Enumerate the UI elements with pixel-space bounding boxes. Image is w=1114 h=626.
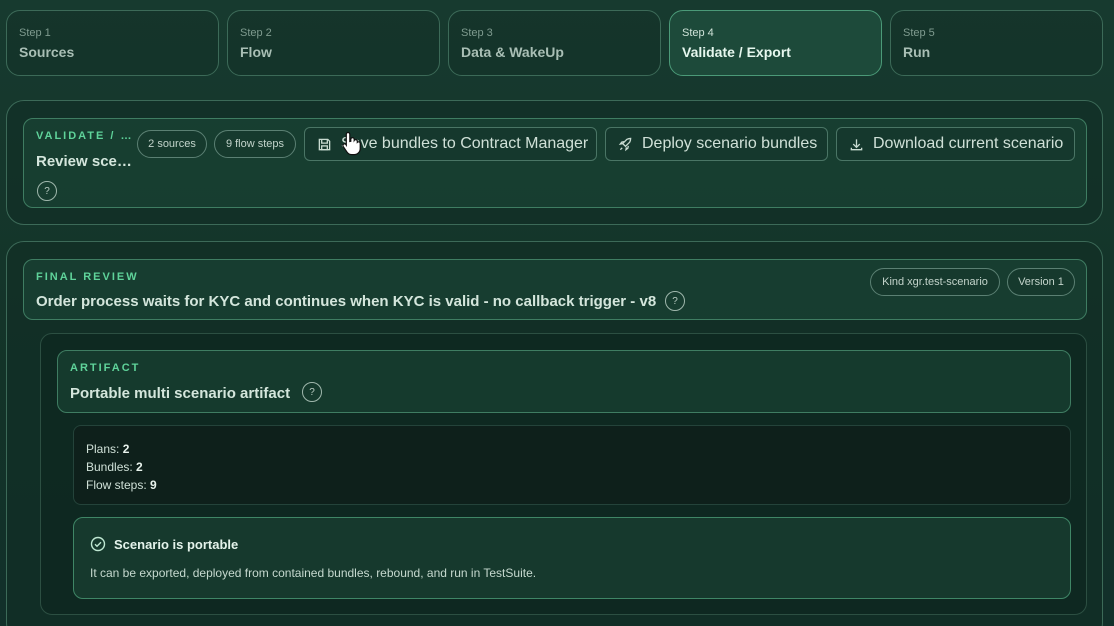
step-number: Step 4 <box>682 27 714 39</box>
step-number: Step 3 <box>461 27 493 39</box>
save-icon <box>318 138 331 150</box>
final-review-eyebrow: FINAL REVIEW <box>36 271 139 283</box>
download-scenario-button[interactable]: Download current scenario <box>836 127 1075 161</box>
artifact-header: ARTIFACT Portable multi scenario artifac… <box>57 350 1071 413</box>
validate-card: VALIDATE / … Review sce… ? 2 sources 9 f… <box>23 118 1087 208</box>
check-circle-icon <box>90 536 106 552</box>
wizard-stepper: Step 1 Sources Step 2 Flow Step 3 Data &… <box>6 10 1103 76</box>
flow-steps-value: 9 <box>150 478 157 492</box>
plans-label: Plans: <box>86 442 120 456</box>
artifact-title: Portable multi scenario artifact <box>70 385 291 402</box>
download-icon <box>850 138 863 150</box>
rocket-icon <box>618 137 632 151</box>
flow-steps-stat: Flow steps: 9 <box>86 476 1058 494</box>
step-label: Data & WakeUp <box>461 44 564 60</box>
scenario-title: Order process waits for KYC and continue… <box>36 293 657 310</box>
step-number: Step 5 <box>903 27 935 39</box>
step-flow[interactable]: Step 2 Flow <box>227 10 440 76</box>
step-label: Run <box>903 44 931 60</box>
bundles-value: 2 <box>136 460 143 474</box>
help-icon[interactable]: ? <box>665 291 685 311</box>
bundles-stat: Bundles: 2 <box>86 458 1058 476</box>
step-sources[interactable]: Step 1 Sources <box>6 10 219 76</box>
step-run[interactable]: Step 5 Run <box>890 10 1103 76</box>
version-badge: Version 1 <box>1007 268 1075 296</box>
flow-steps-badge: 9 flow steps <box>214 130 296 158</box>
step-data-wakeup[interactable]: Step 3 Data & WakeUp <box>448 10 661 76</box>
plans-value: 2 <box>122 442 130 456</box>
step-number: Step 2 <box>240 27 272 39</box>
save-bundles-button[interactable]: Save bundles to Contract Manager <box>304 127 597 161</box>
status-title: Scenario is portable <box>114 537 239 552</box>
artifact-stats: Plans: 2 Bundles: 2 Flow steps: 9 <box>73 425 1071 505</box>
portable-status-card: Scenario is portable It can be exported,… <box>73 517 1071 599</box>
deploy-bundles-button[interactable]: Deploy scenario bundles <box>605 127 828 161</box>
status-message: It can be exported, deployed from contai… <box>90 566 537 580</box>
artifact-eyebrow: ARTIFACT <box>70 362 141 374</box>
kind-badge: Kind xgr.test-scenario <box>870 268 1000 296</box>
bundles-label: Bundles: <box>86 460 133 474</box>
plans-stat: Plans: 2 <box>86 440 1058 458</box>
step-label: Sources <box>19 44 75 60</box>
save-bundles-label: Save bundles to Contract Manager <box>341 135 589 152</box>
step-label: Validate / Export <box>682 44 791 60</box>
flow-steps-label: Flow steps: <box>86 478 147 492</box>
help-icon[interactable]: ? <box>302 382 322 402</box>
validate-title: Review sce… <box>36 153 132 170</box>
artifact-section: ARTIFACT Portable multi scenario artifac… <box>40 333 1087 615</box>
validate-eyebrow: VALIDATE / … <box>36 130 134 142</box>
step-label: Flow <box>240 44 272 60</box>
help-icon[interactable]: ? <box>37 181 57 201</box>
deploy-bundles-label: Deploy scenario bundles <box>642 135 818 152</box>
sources-count-badge: 2 sources <box>137 130 207 158</box>
step-validate-export[interactable]: Step 4 Validate / Export <box>669 10 882 76</box>
download-scenario-label: Download current scenario <box>873 135 1064 152</box>
step-number: Step 1 <box>19 27 51 39</box>
final-review-panel: FINAL REVIEW Order process waits for KYC… <box>6 241 1103 626</box>
final-review-header: FINAL REVIEW Order process waits for KYC… <box>23 259 1087 320</box>
validate-panel: VALIDATE / … Review sce… ? 2 sources 9 f… <box>6 100 1103 225</box>
